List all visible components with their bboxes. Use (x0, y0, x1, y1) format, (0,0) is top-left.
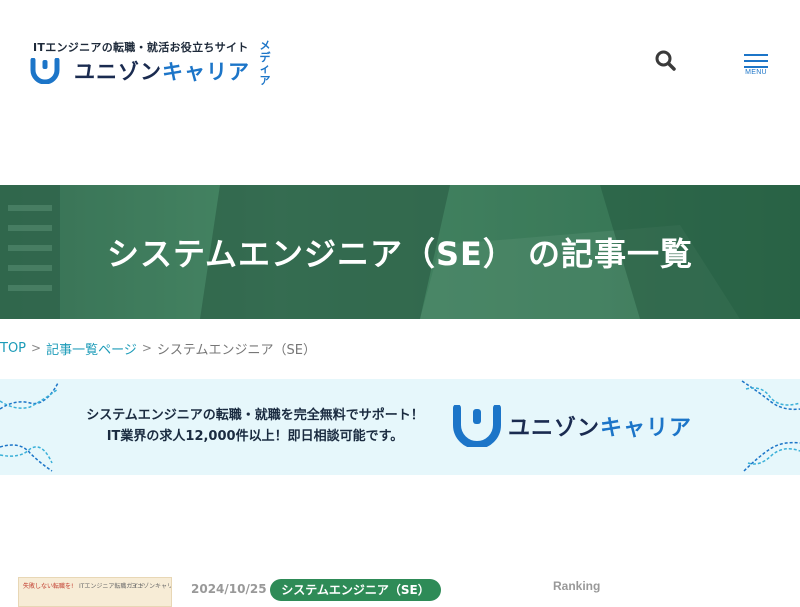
banner-brand-name: ユニゾンキャリア (508, 410, 692, 442)
dna-decoration-icon (0, 382, 59, 472)
breadcrumb-separator: > (31, 341, 42, 355)
breadcrumb-current: システムエンジニア（SE） (156, 342, 316, 358)
site-header: ITエンジニアの転職・就活お役立ちサイト ユニゾンキャリア メディア MENU (0, 0, 800, 110)
banner-line-1: システムエンジニアの転職・就職を完全無料でサポート！ (86, 408, 424, 423)
dna-decoration-icon (741, 380, 800, 472)
ranking-heading: Ranking (553, 579, 601, 593)
site-logo[interactable]: ITエンジニアの転職・就活お役立ちサイト ユニゾンキャリア メディア (30, 38, 280, 88)
hamburger-icon (744, 54, 768, 56)
search-icon (655, 50, 676, 71)
logo-brand-main: ユニゾン (74, 60, 162, 84)
banner-line-2: IT業界の求人12,000件以上！即日相談可能です。 (106, 429, 404, 444)
breadcrumb-top-link[interactable]: TOP (0, 341, 26, 356)
menu-button[interactable]: MENU (740, 52, 772, 82)
article-thumbnail[interactable]: 失敗しない転職を! ITエンジニア転職ガイド ユニゾンキャリア (18, 577, 172, 607)
hamburger-line (744, 66, 768, 68)
category-hero: システムエンジニア（SE） の記事一覧 (0, 185, 800, 319)
thumbnail-text: 失敗しない転職を! (23, 583, 74, 590)
promo-banner[interactable]: システムエンジニアの転職・就職を完全無料でサポート！ IT業界の求人12,000… (0, 379, 800, 475)
thumbnail-text: ユニゾンキャリア (131, 583, 171, 590)
banner-copy: システムエンジニアの転職・就職を完全無料でサポート！ IT業界の求人12,000… (60, 405, 450, 447)
breadcrumb-separator: > (141, 341, 152, 355)
logo-u-icon (30, 58, 60, 84)
banner-logo-u-icon (453, 405, 501, 447)
article-date: 2024/10/25 (191, 582, 267, 596)
breadcrumb: TOP > 記事一覧ページ > システムエンジニア（SE） (0, 339, 316, 358)
logo-brand-name: ユニゾンキャリア (74, 56, 250, 86)
article-category-tag[interactable]: システムエンジニア（SE） (270, 579, 441, 601)
banner-brand-accent: キャリア (600, 416, 693, 441)
logo-media-label: メディア (259, 39, 271, 87)
hamburger-line (744, 60, 768, 62)
banner-brand-main: ユニゾン (508, 416, 601, 441)
breadcrumb-article-list-link[interactable]: 記事一覧ページ (46, 339, 137, 358)
logo-tagline: ITエンジニアの転職・就活お役立ちサイト (33, 41, 249, 54)
search-button[interactable] (654, 49, 678, 73)
page-title: システムエンジニア（SE） の記事一覧 (106, 235, 694, 273)
menu-label: MENU (745, 69, 767, 76)
logo-brand-accent: キャリア (162, 60, 250, 84)
